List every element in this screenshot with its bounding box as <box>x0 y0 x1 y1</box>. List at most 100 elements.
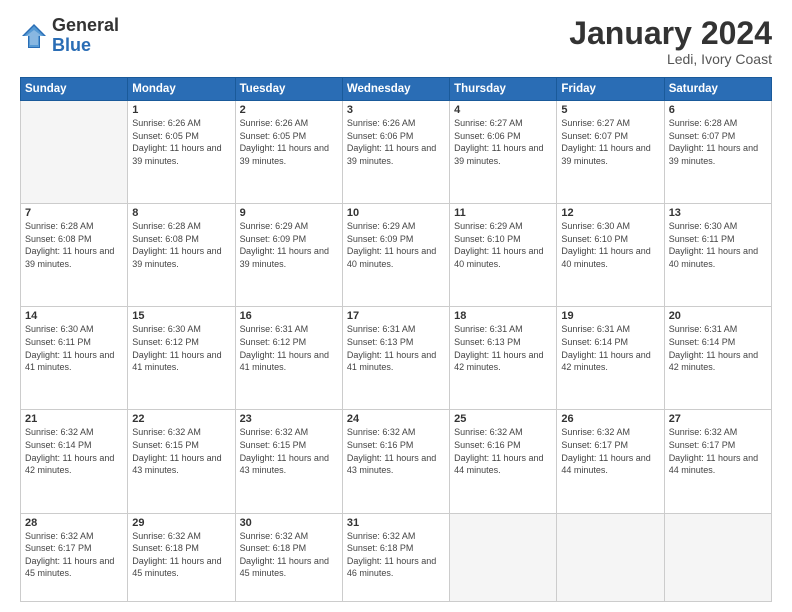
day-info: Sunrise: 6:27 AMSunset: 6:06 PMDaylight:… <box>454 117 552 167</box>
location: Ledi, Ivory Coast <box>569 51 772 67</box>
day-number: 18 <box>454 310 552 322</box>
calendar-cell: 17Sunrise: 6:31 AMSunset: 6:13 PMDayligh… <box>342 307 449 410</box>
header: General Blue January 2024 Ledi, Ivory Co… <box>20 16 772 67</box>
calendar-cell: 23Sunrise: 6:32 AMSunset: 6:15 PMDayligh… <box>235 410 342 513</box>
calendar-cell: 3Sunrise: 6:26 AMSunset: 6:06 PMDaylight… <box>342 101 449 204</box>
calendar-cell: 12Sunrise: 6:30 AMSunset: 6:10 PMDayligh… <box>557 204 664 307</box>
day-number: 17 <box>347 310 445 322</box>
day-number: 1 <box>132 104 230 116</box>
calendar-cell: 9Sunrise: 6:29 AMSunset: 6:09 PMDaylight… <box>235 204 342 307</box>
calendar-cell: 4Sunrise: 6:27 AMSunset: 6:06 PMDaylight… <box>450 101 557 204</box>
logo-text: General Blue <box>52 16 119 56</box>
calendar-cell: 22Sunrise: 6:32 AMSunset: 6:15 PMDayligh… <box>128 410 235 513</box>
calendar-cell: 28Sunrise: 6:32 AMSunset: 6:17 PMDayligh… <box>21 513 128 602</box>
calendar-cell: 15Sunrise: 6:30 AMSunset: 6:12 PMDayligh… <box>128 307 235 410</box>
day-number: 3 <box>347 104 445 116</box>
day-info: Sunrise: 6:32 AMSunset: 6:18 PMDaylight:… <box>240 530 338 580</box>
day-info: Sunrise: 6:29 AMSunset: 6:10 PMDaylight:… <box>454 220 552 270</box>
day-number: 20 <box>669 310 767 322</box>
day-info: Sunrise: 6:28 AMSunset: 6:08 PMDaylight:… <box>132 220 230 270</box>
day-info: Sunrise: 6:32 AMSunset: 6:15 PMDaylight:… <box>240 426 338 476</box>
day-info: Sunrise: 6:28 AMSunset: 6:07 PMDaylight:… <box>669 117 767 167</box>
calendar-cell: 16Sunrise: 6:31 AMSunset: 6:12 PMDayligh… <box>235 307 342 410</box>
day-number: 24 <box>347 413 445 425</box>
weekday-header-saturday: Saturday <box>664 78 771 101</box>
calendar-cell: 2Sunrise: 6:26 AMSunset: 6:05 PMDaylight… <box>235 101 342 204</box>
calendar-cell: 11Sunrise: 6:29 AMSunset: 6:10 PMDayligh… <box>450 204 557 307</box>
weekday-header-friday: Friday <box>557 78 664 101</box>
day-info: Sunrise: 6:27 AMSunset: 6:07 PMDaylight:… <box>561 117 659 167</box>
day-number: 19 <box>561 310 659 322</box>
calendar-cell: 5Sunrise: 6:27 AMSunset: 6:07 PMDaylight… <box>557 101 664 204</box>
day-info: Sunrise: 6:26 AMSunset: 6:05 PMDaylight:… <box>240 117 338 167</box>
logo: General Blue <box>20 16 119 56</box>
week-row-5: 28Sunrise: 6:32 AMSunset: 6:17 PMDayligh… <box>21 513 772 602</box>
day-number: 15 <box>132 310 230 322</box>
calendar-cell <box>21 101 128 204</box>
page: General Blue January 2024 Ledi, Ivory Co… <box>0 0 792 612</box>
month-title: January 2024 <box>569 16 772 51</box>
day-number: 28 <box>25 517 123 529</box>
calendar-cell: 13Sunrise: 6:30 AMSunset: 6:11 PMDayligh… <box>664 204 771 307</box>
calendar-cell: 27Sunrise: 6:32 AMSunset: 6:17 PMDayligh… <box>664 410 771 513</box>
calendar-cell: 7Sunrise: 6:28 AMSunset: 6:08 PMDaylight… <box>21 204 128 307</box>
day-info: Sunrise: 6:26 AMSunset: 6:06 PMDaylight:… <box>347 117 445 167</box>
day-number: 14 <box>25 310 123 322</box>
day-number: 13 <box>669 207 767 219</box>
day-number: 6 <box>669 104 767 116</box>
calendar-cell: 14Sunrise: 6:30 AMSunset: 6:11 PMDayligh… <box>21 307 128 410</box>
day-info: Sunrise: 6:32 AMSunset: 6:17 PMDaylight:… <box>561 426 659 476</box>
day-info: Sunrise: 6:32 AMSunset: 6:17 PMDaylight:… <box>25 530 123 580</box>
logo-general: General <box>52 15 119 35</box>
day-number: 16 <box>240 310 338 322</box>
calendar-cell: 6Sunrise: 6:28 AMSunset: 6:07 PMDaylight… <box>664 101 771 204</box>
day-info: Sunrise: 6:31 AMSunset: 6:13 PMDaylight:… <box>347 323 445 373</box>
calendar-cell: 24Sunrise: 6:32 AMSunset: 6:16 PMDayligh… <box>342 410 449 513</box>
day-number: 2 <box>240 104 338 116</box>
day-number: 30 <box>240 517 338 529</box>
day-number: 9 <box>240 207 338 219</box>
day-info: Sunrise: 6:32 AMSunset: 6:15 PMDaylight:… <box>132 426 230 476</box>
day-info: Sunrise: 6:32 AMSunset: 6:17 PMDaylight:… <box>669 426 767 476</box>
calendar-cell: 1Sunrise: 6:26 AMSunset: 6:05 PMDaylight… <box>128 101 235 204</box>
week-row-2: 7 Sunrise: 6:28 AMSunset: 6:08 PMDaylight… <box>21 204 772 307</box>
calendar-cell: 8Sunrise: 6:28 AMSunset: 6:08 PMDaylight… <box>128 204 235 307</box>
day-number: 29 <box>132 517 230 529</box>
weekday-header-wednesday: Wednesday <box>342 78 449 101</box>
calendar-cell: 31Sunrise: 6:32 AMSunset: 6:18 PMDayligh… <box>342 513 449 602</box>
day-number: 21 <box>25 413 123 425</box>
day-info: Sunrise: 6:32 AMSunset: 6:16 PMDaylight:… <box>454 426 552 476</box>
day-info: Sunrise: 6:31 AMSunset: 6:14 PMDaylight:… <box>669 323 767 373</box>
day-number: 11 <box>454 207 552 219</box>
day-number: 23 <box>240 413 338 425</box>
day-info: Sunrise: 6:26 AMSunset: 6:05 PMDaylight:… <box>132 117 230 167</box>
day-info: Sunrise: 6:30 AMSunset: 6:10 PMDaylight:… <box>561 220 659 270</box>
day-info: Sunrise: 6:31 AMSunset: 6:14 PMDaylight:… <box>561 323 659 373</box>
day-number: 10 <box>347 207 445 219</box>
weekday-header-sunday: Sunday <box>21 78 128 101</box>
day-info: Sunrise: 6:31 AMSunset: 6:13 PMDaylight:… <box>454 323 552 373</box>
day-number: 22 <box>132 413 230 425</box>
calendar-table: SundayMondayTuesdayWednesdayThursdayFrid… <box>20 77 772 602</box>
week-row-3: 14Sunrise: 6:30 AMSunset: 6:11 PMDayligh… <box>21 307 772 410</box>
calendar-cell <box>557 513 664 602</box>
calendar-cell: 30Sunrise: 6:32 AMSunset: 6:18 PMDayligh… <box>235 513 342 602</box>
weekday-header-row: SundayMondayTuesdayWednesdayThursdayFrid… <box>21 78 772 101</box>
calendar-cell: 10Sunrise: 6:29 AMSunset: 6:09 PMDayligh… <box>342 204 449 307</box>
logo-blue: Blue <box>52 35 91 55</box>
day-number: 25 <box>454 413 552 425</box>
day-info: Sunrise: 6:30 AMSunset: 6:11 PMDaylight:… <box>25 323 123 373</box>
calendar-cell: 20Sunrise: 6:31 AMSunset: 6:14 PMDayligh… <box>664 307 771 410</box>
calendar-cell <box>664 513 771 602</box>
weekday-header-tuesday: Tuesday <box>235 78 342 101</box>
weekday-header-monday: Monday <box>128 78 235 101</box>
day-number: 7 <box>25 207 123 219</box>
day-number: 5 <box>561 104 659 116</box>
day-number: 12 <box>561 207 659 219</box>
calendar-cell: 19Sunrise: 6:31 AMSunset: 6:14 PMDayligh… <box>557 307 664 410</box>
day-number: 27 <box>669 413 767 425</box>
day-info: Sunrise: 6:32 AMSunset: 6:16 PMDaylight:… <box>347 426 445 476</box>
day-info: Sunrise: 6:29 AMSunset: 6:09 PMDaylight:… <box>240 220 338 270</box>
logo-icon <box>20 22 48 50</box>
title-block: January 2024 Ledi, Ivory Coast <box>569 16 772 67</box>
